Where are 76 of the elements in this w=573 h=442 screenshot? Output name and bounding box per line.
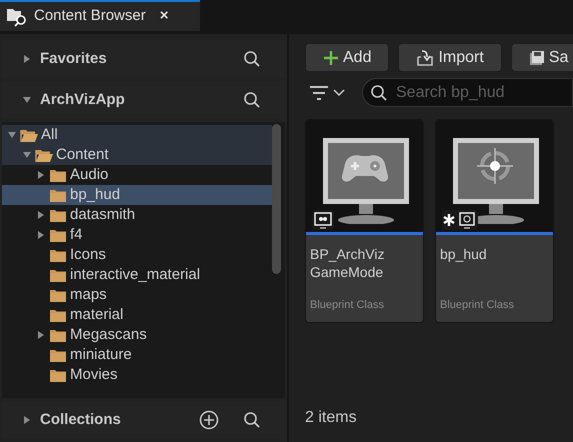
asset-type: Blueprint Class [309, 298, 385, 313]
folder-icon [49, 168, 67, 182]
caret-right-icon[interactable] [36, 170, 46, 180]
add-button[interactable]: Add [305, 43, 390, 72]
folder-search-icon [6, 6, 28, 26]
search-icon[interactable] [243, 411, 261, 429]
tree-item[interactable]: maps [2, 285, 272, 305]
plus-icon [323, 50, 339, 66]
gamepad-badge-icon [312, 210, 334, 230]
asset-name: BP_ArchViz GameMode [309, 245, 386, 282]
tree-item[interactable]: miniature [2, 345, 272, 365]
tree-item[interactable]: Icons [2, 245, 272, 265]
search-field[interactable]: Search bp_hud [362, 78, 573, 107]
folder-label: interactive_material [70, 264, 200, 285]
close-tab[interactable]: × [160, 5, 168, 28]
folder-label: miniature [70, 344, 132, 365]
folder-icon [49, 248, 67, 262]
folder-icon [49, 228, 67, 242]
folder-icon [49, 308, 67, 322]
folder-icon [49, 268, 67, 282]
folder-label: All [41, 124, 58, 145]
search-input[interactable]: Search bp_hud [396, 80, 572, 104]
tree-item[interactable]: material [2, 305, 272, 325]
tree-item[interactable]: Audio [2, 165, 272, 185]
folder-label: Content [56, 144, 109, 165]
folder-label: datasmith [70, 204, 136, 225]
folder-label: bp_hud [70, 184, 120, 205]
folder-icon [49, 188, 67, 202]
tree-item[interactable]: All [2, 125, 272, 145]
search-icon[interactable] [243, 50, 261, 68]
asset-name: bp_hud [439, 245, 488, 264]
folder-icon [49, 328, 67, 342]
search-icon[interactable] [243, 91, 261, 109]
asset-tile[interactable]: bp_hud Blueprint Class [435, 119, 554, 323]
star-monitor-badge-icon [442, 210, 478, 230]
save-button[interactable]: Sa [510, 43, 573, 72]
import-button[interactable]: Import [398, 43, 502, 72]
open-folder-icon [35, 148, 53, 162]
caret-right-icon[interactable] [22, 54, 32, 64]
asset-type: Blueprint Class [439, 298, 515, 313]
filter-icon [309, 84, 329, 100]
chevron-down-icon [333, 88, 345, 96]
folder-label: material [70, 304, 124, 325]
caret-down-icon[interactable] [22, 95, 32, 105]
folder-icon [49, 208, 67, 222]
section-title: Collections [40, 410, 122, 430]
folder-icon [49, 288, 67, 302]
section-title: Favorites [40, 48, 108, 69]
tab-title: Content Browser [34, 6, 146, 26]
section-title: ArchVizApp [40, 90, 126, 110]
caret-right-icon[interactable] [22, 415, 32, 425]
tree-item[interactable]: Megascans [2, 325, 272, 345]
import-icon [416, 48, 434, 66]
folder-label: Movies [70, 364, 118, 385]
content-browser-tab[interactable]: Content Browser × [0, 0, 200, 31]
caret-right-icon[interactable] [36, 330, 46, 340]
scrollbar[interactable] [272, 124, 281, 274]
add-circle-icon[interactable] [199, 410, 219, 430]
tree-item[interactable]: bp_hud [2, 185, 272, 205]
tree-item[interactable]: Content [2, 145, 272, 165]
search-icon[interactable] [370, 84, 388, 102]
tree-item[interactable]: f4 [2, 225, 272, 245]
item-count: 2 items [305, 408, 358, 428]
folder-label: Audio [70, 164, 108, 185]
folder-icon [49, 368, 67, 382]
folder-label: Megascans [70, 324, 147, 345]
tree-item[interactable]: interactive_material [2, 265, 272, 285]
folder-label: Icons [70, 244, 106, 265]
folder-label: f4 [70, 224, 83, 245]
open-folder-icon [20, 128, 38, 142]
save-icon [528, 50, 545, 66]
asset-tile[interactable]: BP_ArchViz GameMode Blueprint Class [305, 119, 424, 323]
folder-icon [49, 348, 67, 362]
folder-label: maps [70, 284, 107, 305]
tree-item[interactable]: datasmith [2, 205, 272, 225]
tree-item[interactable]: Movies [2, 365, 272, 385]
